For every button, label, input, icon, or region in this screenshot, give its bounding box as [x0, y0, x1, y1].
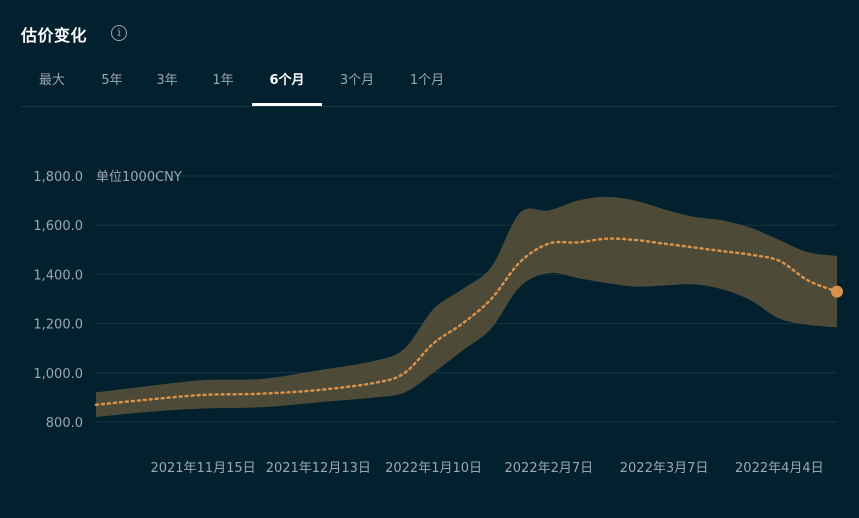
y-tick-label: 1,000.0: [33, 367, 83, 382]
x-tick-label: 2022年3月7日: [620, 461, 709, 476]
y-tick-label: 1,600.0: [33, 219, 83, 234]
x-tick-label: 2021年11月15日: [150, 461, 255, 476]
confidence-band: [96, 196, 837, 418]
y-tick-label: 800.0: [46, 416, 83, 431]
latest-value-point[interactable]: [831, 285, 843, 298]
unit-label: 单位1000CNY: [96, 170, 182, 185]
y-tick-label: 1,800.0: [33, 170, 83, 185]
x-tick-label: 2022年4月4日: [735, 461, 824, 476]
valuation-chart: 1,800.0 1,600.0 1,400.0 1,200.0 1,000.0 800.0…: [33, 170, 843, 476]
x-tick-label: 2022年1月10日: [385, 461, 482, 476]
y-tick-label: 1,200.0: [33, 318, 83, 333]
y-tick-label: 1,400.0: [33, 268, 83, 283]
x-tick-label: 2022年2月7日: [505, 461, 594, 476]
x-axis-ticks: 2021年11月15日 2021年12月13日 2022年1月10日 2022年2月7…: [150, 461, 823, 476]
y-axis-ticks: 1,800.0 1,600.0 1,400.0 1,200.0 1,000.0 800.0: [33, 170, 83, 431]
x-tick-label: 2021年12月13日: [266, 461, 371, 476]
